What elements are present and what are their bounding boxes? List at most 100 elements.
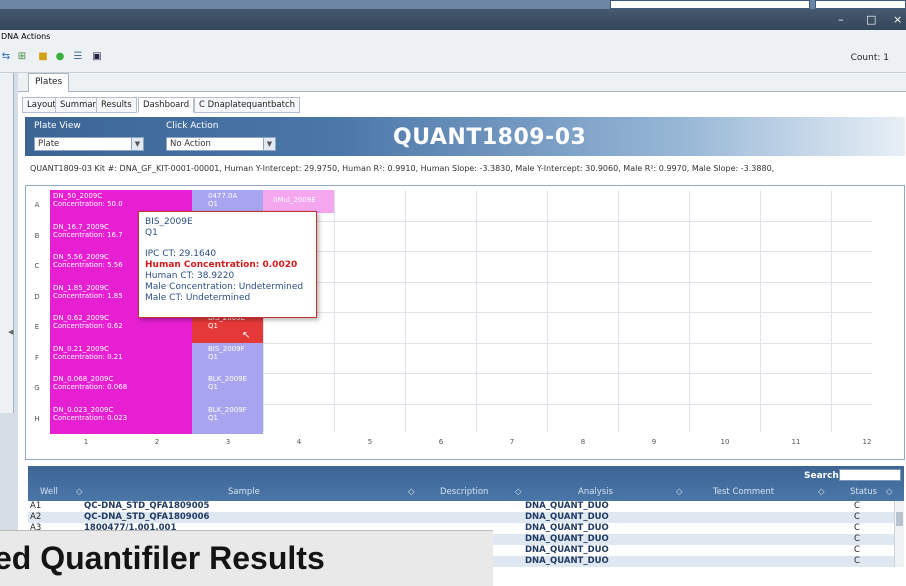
tab-c-dnaplatequantbatch[interactable]: C Dnaplatequantbatch bbox=[194, 97, 301, 113]
well-name: DN_0.21_2009C bbox=[53, 344, 109, 353]
row-label: C bbox=[34, 262, 40, 270]
well-name: DN_50_2009C bbox=[53, 192, 103, 200]
well-sub: Q1 bbox=[208, 413, 218, 422]
well-sample[interactable]: BLK_2009F Q1 bbox=[192, 403, 263, 434]
sort-icon[interactable]: ◇ bbox=[886, 487, 893, 497]
grid-line-vertical bbox=[831, 190, 832, 432]
well-concentration: Concentration: 0.068 bbox=[53, 383, 128, 391]
lock-icon[interactable]: ■ bbox=[37, 51, 49, 63]
status-cell: C bbox=[854, 545, 860, 555]
well-sample[interactable]: BLK_2009E Q1 bbox=[192, 373, 263, 404]
grid-line-vertical bbox=[760, 190, 761, 432]
well-concentration: Concentration: 0.62 bbox=[53, 322, 123, 330]
grid-line-vertical bbox=[405, 190, 406, 432]
tooltip-male-ct: Male CT: Undetermined bbox=[145, 293, 251, 303]
tab-plates[interactable]: Plates bbox=[28, 73, 70, 92]
well-standard[interactable]: DN_0.21_2009C Concentration: 0.21 bbox=[50, 342, 192, 373]
table-row[interactable]: A2 QC-DNA_STD_QFA1809006 DNA_QUANT_DUO C bbox=[28, 512, 894, 523]
column-label: 12 bbox=[862, 438, 872, 446]
tooltip-human-ct: Human CT: 38.9220 bbox=[145, 271, 235, 281]
analysis-cell: DNA_QUANT_DUO bbox=[525, 556, 609, 566]
image-icon[interactable]: ▣ bbox=[91, 51, 103, 63]
sample-cell: QC-DNA_STD_QFA1809005 bbox=[84, 501, 210, 511]
column-label: 4 bbox=[296, 438, 302, 446]
click-action-select[interactable]: No Action ▼ bbox=[166, 137, 276, 151]
menu-bar: DNA Actions bbox=[0, 30, 906, 43]
well-name: BLK_2009F bbox=[208, 405, 247, 414]
row-label: H bbox=[34, 414, 40, 423]
plate-view-select[interactable]: Plate ▼ bbox=[34, 137, 144, 151]
row-label: B bbox=[34, 231, 40, 240]
column-label: 6 bbox=[438, 438, 444, 446]
minimize-button[interactable]: – bbox=[838, 13, 844, 26]
green-circle-icon[interactable]: ● bbox=[54, 51, 66, 63]
analysis-cell: DNA_QUANT_DUO bbox=[525, 523, 609, 533]
click-action-value: No Action bbox=[170, 139, 211, 149]
top-strip bbox=[0, 0, 906, 9]
column-label: 5 bbox=[367, 438, 373, 446]
status-cell: C bbox=[854, 556, 860, 566]
row-label: E bbox=[34, 323, 40, 331]
well-standard[interactable]: DN_0.023_2009C Concentration: 0.023 bbox=[50, 403, 192, 434]
col-well[interactable]: Well bbox=[40, 487, 58, 497]
column-label: 9 bbox=[651, 438, 657, 446]
well-sample[interactable]: BIS_2009F Q1 bbox=[192, 342, 263, 373]
tooltip-human-concentration: Human Concentration: 0.0020 bbox=[145, 260, 298, 270]
maximize-button[interactable]: □ bbox=[866, 13, 876, 26]
col-status[interactable]: Status bbox=[850, 487, 877, 497]
search-input[interactable] bbox=[839, 469, 901, 481]
grid-line-vertical bbox=[547, 190, 548, 432]
column-label: 7 bbox=[509, 438, 515, 446]
well-sub: Q1 bbox=[208, 383, 218, 391]
caption-text: ed Quantifiler Results bbox=[0, 540, 325, 576]
table-scrollbar[interactable] bbox=[894, 501, 904, 567]
sort-icon[interactable]: ◇ bbox=[515, 487, 522, 497]
col-analysis[interactable]: Analysis bbox=[578, 487, 613, 497]
col-test-comment[interactable]: Test Comment bbox=[713, 487, 774, 497]
column-label: 11 bbox=[791, 438, 801, 446]
status-cell: C bbox=[854, 501, 860, 511]
tooltip-male-concentration: Male Concentration: Undetermined bbox=[145, 282, 304, 292]
toolbar: ⇆ ⊞ ■ ● ☰ ▣ Count: 1 bbox=[0, 43, 906, 73]
status-cell: C bbox=[854, 523, 860, 533]
tree-icon[interactable]: ⊞ bbox=[16, 51, 28, 63]
sort-icon[interactable]: ◇ bbox=[408, 487, 415, 497]
list-icon[interactable]: ☰ bbox=[72, 51, 84, 63]
well-concentration: Concentration: 0.023 bbox=[53, 413, 128, 422]
well-name: BLK_2009E bbox=[208, 375, 248, 383]
well-cell: A1 bbox=[30, 501, 42, 511]
grid-line-vertical bbox=[476, 190, 477, 432]
well-a4[interactable]: 0Mul_2009E bbox=[263, 190, 334, 213]
well-name: 0477.0A bbox=[208, 192, 238, 200]
left-collapsed-panel: ◀ bbox=[0, 73, 14, 413]
plate-view-value: Plate bbox=[38, 139, 60, 149]
plate-view-label: Plate View bbox=[34, 121, 81, 131]
click-action-label: Click Action bbox=[166, 121, 219, 131]
well-name: BIS_2009F bbox=[208, 344, 245, 353]
analysis-cell: DNA_QUANT_DUO bbox=[525, 534, 609, 544]
collapse-arrow-icon[interactable]: ◀ bbox=[8, 328, 13, 336]
sync-icon[interactable]: ⇆ bbox=[0, 51, 12, 63]
sort-icon[interactable]: ◇ bbox=[818, 487, 825, 497]
kit-info-line: QUANT1809-03 Kit #: DNA_GF_KIT-0001-0000… bbox=[30, 164, 775, 173]
sort-icon[interactable]: ◇ bbox=[76, 487, 83, 497]
well-sub: Q1 bbox=[208, 322, 218, 330]
sort-icon[interactable]: ◇ bbox=[676, 487, 683, 497]
well-concentration: Concentration: 50.0 bbox=[53, 200, 123, 208]
row-label: A bbox=[34, 201, 40, 209]
col-sample[interactable]: Sample bbox=[228, 487, 260, 497]
scrollbar-thumb[interactable] bbox=[896, 512, 903, 526]
tab-dashboard[interactable]: Dashboard bbox=[138, 97, 195, 113]
tab-results[interactable]: Results bbox=[96, 97, 137, 113]
top-field-2 bbox=[815, 0, 906, 9]
column-label: 1 bbox=[83, 438, 89, 446]
search-label: Search: bbox=[804, 471, 843, 481]
column-label: 3 bbox=[225, 438, 231, 446]
tooltip-sub: Q1 bbox=[145, 228, 158, 238]
col-description[interactable]: Description bbox=[440, 487, 488, 497]
menu-dna-actions[interactable]: DNA Actions bbox=[1, 32, 50, 41]
well-standard[interactable]: DN_0.068_2009C Concentration: 0.068 bbox=[50, 373, 192, 404]
close-button[interactable]: × bbox=[893, 13, 902, 26]
grid-line-vertical bbox=[689, 190, 690, 432]
table-row[interactable]: A1 QC-DNA_STD_QFA1809005 DNA_QUANT_DUO C bbox=[28, 501, 894, 512]
